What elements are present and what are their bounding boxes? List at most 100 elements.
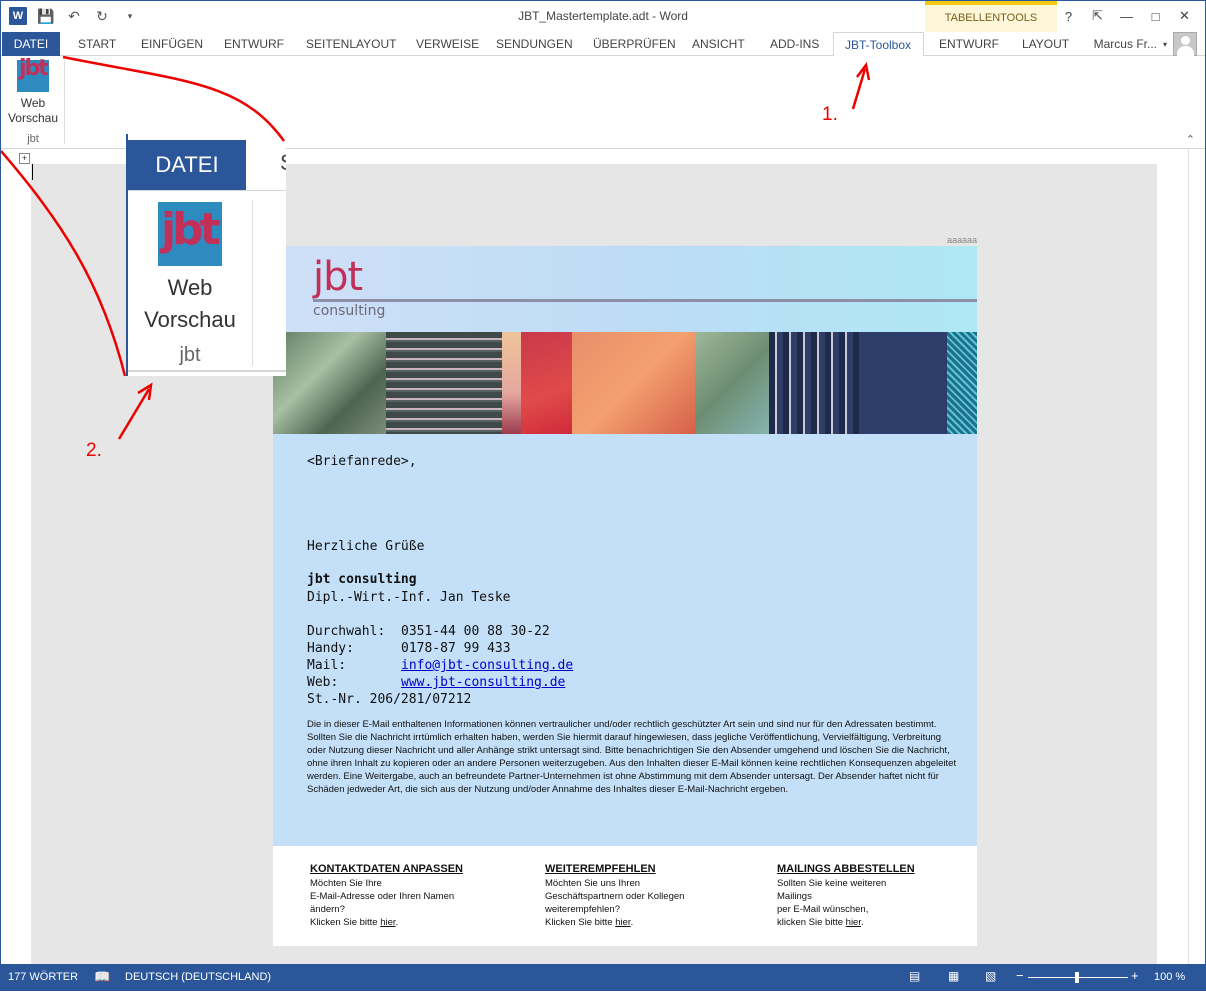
footer-column: MAILINGS ABBESTELLEN Sollten Sie keine w…: [777, 863, 977, 929]
vertical-scrollbar[interactable]: [1188, 149, 1205, 965]
email-footer: KONTAKTDATEN ANPASSEN Möchten Sie Ihre E…: [273, 846, 977, 946]
brand-subtitle: consulting: [313, 303, 386, 319]
user-name: Marcus Fr...: [1093, 37, 1157, 51]
footer-column: WEITEREMPFEHLEN Möchten Sie uns Ihren Ge…: [545, 863, 745, 929]
zoom-in-icon[interactable]: +: [1131, 968, 1139, 983]
footer-link[interactable]: hier: [846, 917, 861, 928]
close-button[interactable]: ✕: [1170, 5, 1199, 27]
ribbon-display-options-icon[interactable]: ⇱: [1083, 5, 1112, 27]
footer-line: weiterempfehlen?: [545, 904, 620, 915]
tab-file[interactable]: DATEI: [2, 32, 60, 56]
tab-page-layout[interactable]: SEITENLAYOUT: [306, 32, 396, 56]
footer-heading[interactable]: MAILINGS ABBESTELLEN: [777, 863, 977, 876]
zoom-bottom-line: [128, 370, 286, 372]
word-count[interactable]: 177 WÖRTER: [8, 971, 78, 983]
zoom-group-label: jbt: [179, 344, 201, 366]
minimize-button[interactable]: —: [1112, 5, 1141, 27]
contact-row: Durchwahl: 0351-44 00 88 30-22: [307, 624, 550, 639]
footer-line: Geschäftspartnern oder Kollegen: [545, 891, 685, 902]
email-link[interactable]: info@jbt-consulting.de: [401, 658, 573, 673]
footer-line: Sollten Sie keine weiteren: [777, 878, 887, 889]
zoom-level[interactable]: 100 %: [1154, 971, 1185, 983]
web-preview-label-1: Web: [20, 96, 46, 110]
help-button[interactable]: ?: [1054, 5, 1083, 27]
footer-line: Möchten Sie uns Ihren: [545, 878, 641, 889]
zoom-tab-fragment: S: [280, 150, 286, 176]
tab-start[interactable]: START: [78, 32, 116, 56]
tab-mailings[interactable]: SENDUNGEN: [496, 32, 573, 56]
annotation-label-2: 2.: [86, 440, 102, 461]
contact-row: Handy: 0178-87 99 433: [307, 641, 511, 656]
brand-logo: jbt: [313, 254, 363, 300]
contact-key: Web:: [307, 675, 339, 690]
status-bar: 177 WÖRTER 📖 DEUTSCH (DEUTSCHLAND) ▤ ▦ ▧…: [0, 964, 1206, 991]
jbt-logo-icon: jbt: [17, 58, 49, 92]
proofing-icon[interactable]: 📖: [94, 969, 110, 985]
zoom-jbt-logo-icon: jbt: [158, 202, 222, 266]
title-bar: W 💾 ↶ ↻ ▾ JBT_Mastertemplate.adt - Word …: [1, 1, 1205, 32]
footer-line: E-Mail-Adresse oder Ihren Namen: [310, 891, 455, 902]
print-layout-icon[interactable]: ▦: [948, 969, 959, 983]
tab-references[interactable]: VERWEISE: [416, 32, 479, 56]
footer-link[interactable]: hier: [615, 917, 630, 928]
footer-line: Mailings: [777, 891, 812, 902]
read-mode-icon[interactable]: ▤: [909, 969, 920, 983]
text-cursor: [32, 164, 33, 180]
contact-key: Durchwahl:: [307, 624, 386, 639]
ribbon-group-separator: [64, 60, 65, 144]
email-template: jbt consulting <Briefanrede>, Herzliche …: [273, 246, 977, 946]
contact-row: Web: www.jbt-consulting.de: [307, 675, 565, 690]
tab-insert[interactable]: EINFÜGEN: [141, 32, 203, 56]
tab-design[interactable]: ENTWURF: [224, 32, 284, 56]
tab-review[interactable]: ÜBERPRÜFEN: [593, 32, 676, 56]
tab-jbt-toolbox[interactable]: JBT-Toolbox: [833, 32, 924, 57]
zoom-button-label: Web Vorschau: [128, 272, 252, 336]
zoom-tab-file: DATEI: [128, 140, 246, 190]
zoom-slider-thumb[interactable]: [1075, 972, 1079, 983]
zoom-tab-divider: [128, 190, 286, 191]
email-header: jbt consulting: [273, 246, 977, 332]
brand-divider: [313, 299, 977, 302]
footer-cta: klicken Sie bitte hier.: [777, 917, 864, 928]
window-controls: ? ⇱ — □ ✕: [1054, 5, 1199, 27]
footer-cta: Klicken Sie bitte hier.: [545, 917, 634, 928]
web-preview-label-2: Vorschau: [7, 111, 59, 125]
tab-view[interactable]: ANSICHT: [692, 32, 745, 56]
zoom-out-icon[interactable]: −: [1016, 968, 1024, 983]
context-group-label: TABELLENTOOLS: [925, 1, 1057, 32]
collapse-ribbon-icon[interactable]: ⌃: [1186, 133, 1195, 146]
annotation-label-1: 1.: [822, 104, 838, 125]
page-marker: aaaaaa: [947, 235, 978, 245]
tab-add-ins[interactable]: ADD-INS: [770, 32, 819, 56]
footer-cta: Klicken Sie bitte hier.: [310, 917, 399, 928]
header-image-collage: [273, 332, 977, 434]
footer-line: ändern?: [310, 904, 345, 915]
contact-value: 0351-44 00 88 30-22: [401, 624, 550, 639]
footer-link[interactable]: hier: [380, 917, 395, 928]
word-window: W 💾 ↶ ↻ ▾ JBT_Mastertemplate.adt - Word …: [0, 0, 1206, 991]
footer-line: per E-Mail wünschen,: [777, 904, 869, 915]
zoom-callout: DATEI S jbt Web Vorschau jbt: [126, 134, 286, 376]
maximize-button[interactable]: □: [1141, 5, 1170, 27]
language-status[interactable]: DEUTSCH (DEUTSCHLAND): [125, 971, 271, 983]
avatar: [1173, 32, 1197, 56]
contact-key: Handy:: [307, 641, 354, 656]
table-move-handle-icon[interactable]: +: [19, 153, 30, 164]
tab-table-layout[interactable]: LAYOUT: [1022, 32, 1069, 56]
contact-value: 0178-87 99 433: [401, 641, 511, 656]
user-account[interactable]: Marcus Fr... ▾: [1094, 32, 1197, 56]
tax-number: St.-Nr. 206/281/07212: [307, 692, 472, 707]
contact-row: Mail: info@jbt-consulting.de: [307, 658, 573, 673]
zoom-label-2: Vorschau: [144, 307, 236, 332]
ribbon-group-label: jbt: [27, 133, 39, 145]
footer-heading[interactable]: KONTAKTDATEN ANPASSEN: [310, 863, 510, 876]
footer-column: KONTAKTDATEN ANPASSEN Möchten Sie Ihre E…: [310, 863, 510, 929]
web-preview-button[interactable]: jbt Web Vorschau: [6, 58, 60, 126]
web-layout-icon[interactable]: ▧: [985, 969, 996, 983]
zoom-separator: [252, 200, 253, 366]
zoom-label-1: Web: [167, 275, 213, 300]
footer-heading[interactable]: WEITEREMPFEHLEN: [545, 863, 745, 876]
tab-table-design[interactable]: ENTWURF: [939, 32, 999, 56]
website-link[interactable]: www.jbt-consulting.de: [401, 675, 565, 690]
signer-name: Dipl.-Wirt.-Inf. Jan Teske: [307, 590, 511, 605]
